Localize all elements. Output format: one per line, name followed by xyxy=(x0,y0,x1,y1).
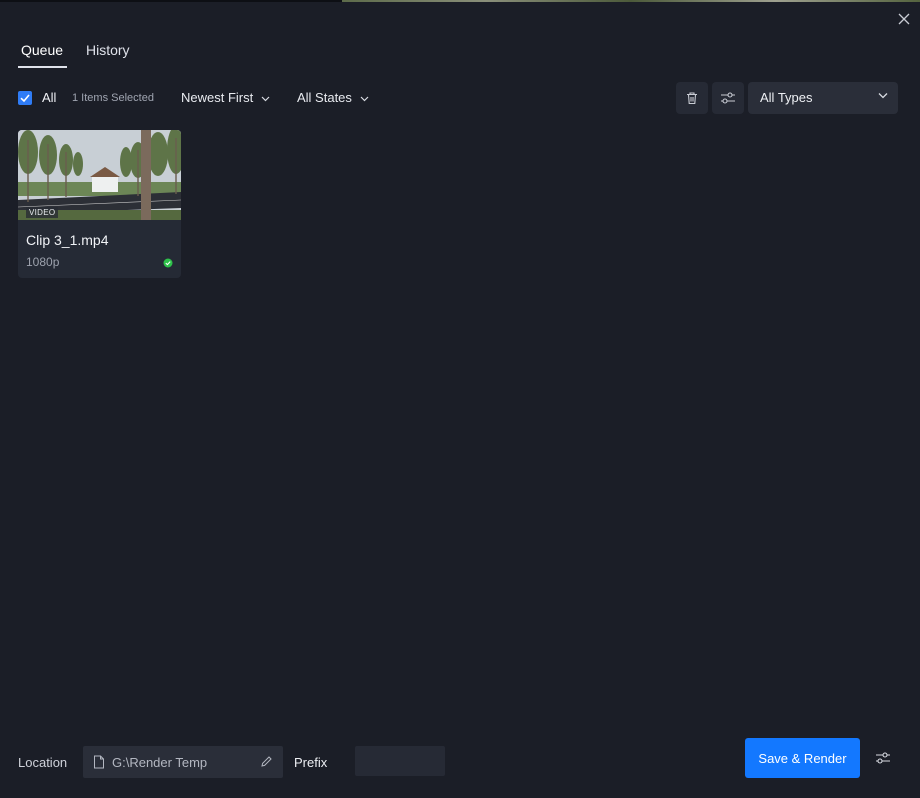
location-label: Location xyxy=(18,755,68,770)
pencil-icon[interactable] xyxy=(260,755,273,768)
sort-dropdown[interactable]: Newest First xyxy=(181,90,270,105)
type-select[interactable]: All Types xyxy=(748,82,898,114)
queue-item-resolution: 1080p xyxy=(26,255,60,269)
render-settings-button[interactable] xyxy=(874,749,892,767)
video-thumbnail: VIDEO xyxy=(18,130,181,220)
media-type-badge: VIDEO xyxy=(26,207,59,218)
selected-count: 1 Items Selected xyxy=(72,92,154,104)
save-and-render-button[interactable]: Save & Render xyxy=(745,738,860,778)
location-path: G:\Render Temp xyxy=(112,755,208,770)
trash-icon xyxy=(687,92,697,105)
queue-toolbar: All 1 Items Selected Newest First All St… xyxy=(18,82,898,114)
state-dropdown-label: All States xyxy=(297,90,352,105)
queue-item-card[interactable]: VIDEO Clip 3_1.mp4 1080p xyxy=(18,130,181,278)
chevron-down-icon xyxy=(261,96,270,101)
sliders-icon xyxy=(721,92,735,104)
tab-queue-label: Queue xyxy=(21,42,64,58)
sliders-icon xyxy=(876,752,890,764)
queue-item-title: Clip 3_1.mp4 xyxy=(26,232,109,248)
filter-settings-button[interactable] xyxy=(712,82,744,114)
tab-history[interactable]: History xyxy=(86,40,130,68)
select-all-checkbox[interactable] xyxy=(18,91,32,105)
window-top-strip xyxy=(0,0,920,2)
file-icon xyxy=(94,755,104,769)
tab-history-label: History xyxy=(86,42,130,58)
close-icon[interactable] xyxy=(895,10,913,28)
chevron-down-icon xyxy=(360,96,368,101)
render-footer: Location G:\Render Temp Prefix Save & Re… xyxy=(18,738,902,778)
check-circle-icon xyxy=(163,258,173,268)
prefix-input[interactable] xyxy=(355,746,445,776)
type-select-value: All Types xyxy=(760,90,813,105)
prefix-label: Prefix xyxy=(294,755,328,770)
sort-dropdown-label: Newest First xyxy=(181,90,254,105)
active-tab-indicator xyxy=(18,66,67,68)
checkmark-icon xyxy=(20,94,30,103)
delete-button[interactable] xyxy=(676,82,708,114)
select-all-label: All xyxy=(42,90,57,105)
state-dropdown[interactable]: All States xyxy=(297,90,369,105)
location-field[interactable]: G:\Render Temp xyxy=(83,746,283,778)
chevron-down-icon xyxy=(878,93,888,99)
tab-queue[interactable]: Queue xyxy=(21,40,64,68)
background-scene-strip xyxy=(342,0,920,2)
